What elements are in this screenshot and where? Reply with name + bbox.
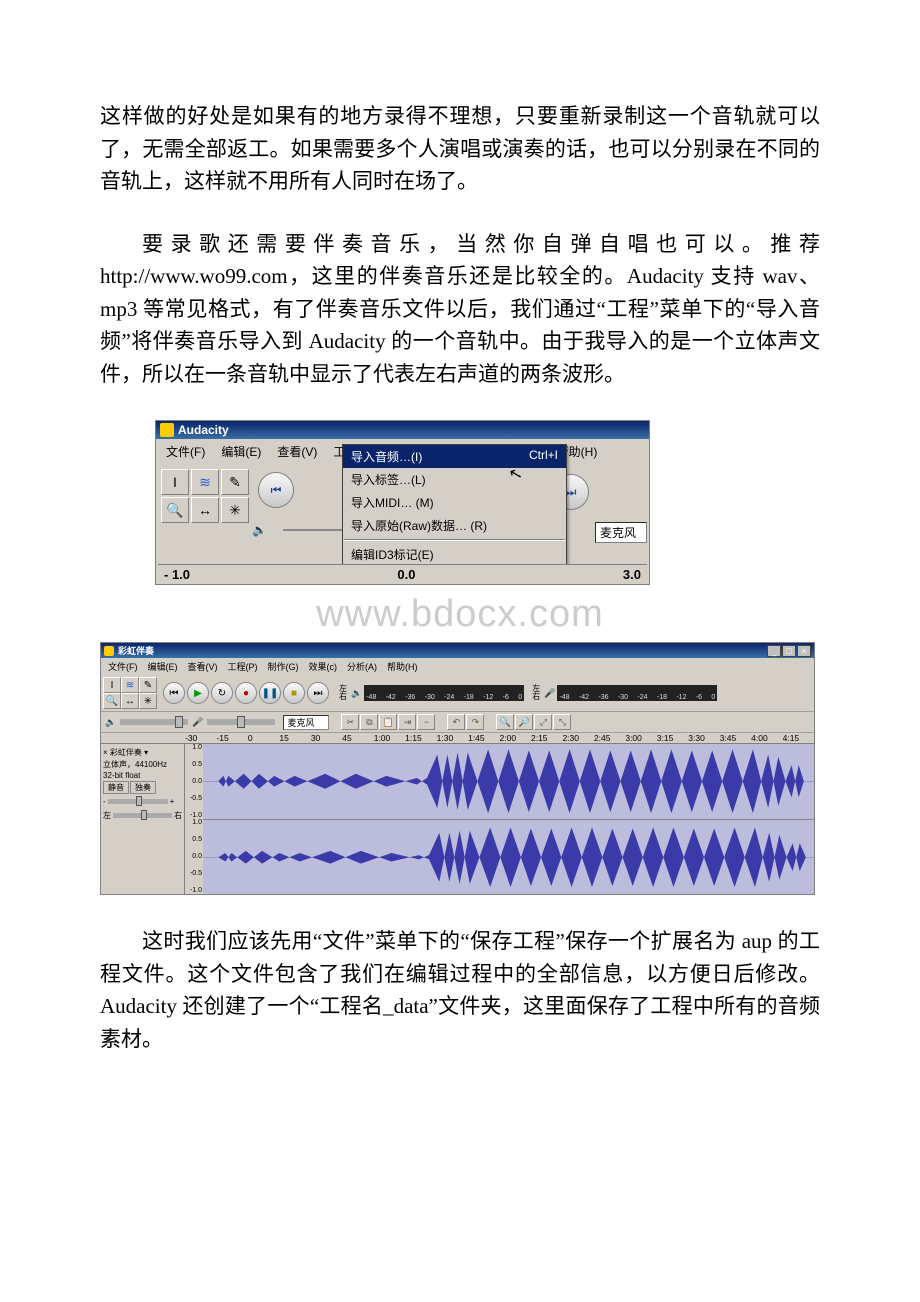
page-watermark: www.bdocx.com bbox=[100, 593, 820, 636]
titlebar: Audacity bbox=[156, 421, 649, 439]
pause-button[interactable]: ❚❚ bbox=[259, 682, 281, 704]
zoom-sel-button[interactable]: ⤡ bbox=[553, 714, 571, 730]
solo-button[interactable]: 独奏 bbox=[130, 781, 156, 794]
speaker-icon: 🔈 bbox=[351, 688, 362, 699]
menu-item-import-audio[interactable]: 导入音频…(I) Ctrl+I bbox=[343, 445, 566, 468]
skip-start-button[interactable]: ⏮ bbox=[258, 472, 294, 508]
tool-envelope[interactable]: ≋ bbox=[121, 677, 139, 693]
speaker-icon: 🔈 bbox=[105, 717, 116, 728]
cut-button[interactable]: ✂ bbox=[341, 714, 359, 730]
menu-item-edit-id3[interactable]: 编辑ID3标记(E) bbox=[343, 543, 566, 566]
body-paragraph-1: 这样做的好处是如果有的地方录得不理想，只要重新录制这一个音轨就可以了，无需全部返… bbox=[100, 100, 820, 198]
audacity-screenshot-waveform: 彩虹伴奏 _ □ × 文件(F) 编辑(E) 查看(V) 工程(P) 制作(G)… bbox=[100, 642, 815, 895]
minimize-button[interactable]: _ bbox=[767, 645, 781, 657]
skip-end-button[interactable]: ⏭ bbox=[307, 682, 329, 704]
menu-help[interactable]: 帮助(H) bbox=[382, 659, 423, 674]
tool-zoom[interactable]: 🔍 bbox=[103, 693, 121, 709]
zoom-out-button[interactable]: 🔎 bbox=[515, 714, 533, 730]
history-toolbar: ↶ ↷ bbox=[447, 714, 484, 730]
track-area: × 彩虹伴奏 ▾ 立体声，44100Hz 32-bit float 静音 独奏 … bbox=[101, 744, 814, 894]
record-meter: 左右 🎤 -48-42-36-30-24-18-12-60 bbox=[532, 685, 717, 701]
menu-file[interactable]: 文件(F) bbox=[103, 659, 143, 674]
zoom-fit-button[interactable]: ⤢ bbox=[534, 714, 552, 730]
undo-button[interactable]: ↶ bbox=[447, 714, 465, 730]
menu-item-import-label[interactable]: 导入标签…(L) bbox=[343, 468, 566, 491]
silence-button[interactable]: − bbox=[417, 714, 435, 730]
track-format: 立体声，44100Hz bbox=[103, 759, 182, 770]
tool-envelope[interactable]: ≋ bbox=[191, 469, 219, 495]
menu-project[interactable]: 工程(P) bbox=[223, 659, 263, 674]
tool-select[interactable]: I bbox=[103, 677, 121, 693]
tool-draw[interactable]: ✎ bbox=[139, 677, 157, 693]
waveform-right-channel bbox=[203, 820, 814, 895]
app-icon bbox=[160, 423, 174, 437]
titlebar: 彩虹伴奏 _ □ × bbox=[101, 643, 814, 658]
waveform-display[interactable] bbox=[203, 744, 814, 894]
speaker-icon: 🔈 bbox=[252, 523, 267, 537]
body-paragraph-2: 要录歌还需要伴奏音乐，当然你自弹自唱也可以。推荐 http://www.wo99… bbox=[100, 228, 820, 391]
window-title: Audacity bbox=[178, 423, 229, 437]
menu-view[interactable]: 查看(V) bbox=[269, 441, 325, 462]
close-button[interactable]: × bbox=[797, 645, 811, 657]
menu-analyze[interactable]: 分析(A) bbox=[342, 659, 382, 674]
tool-timeshift[interactable]: ↔ bbox=[121, 693, 139, 709]
tool-timeshift[interactable]: ↔ bbox=[191, 497, 219, 523]
input-volume: 🎤 bbox=[192, 717, 275, 728]
menu-item-import-raw[interactable]: 导入原始(Raw)数据… (R) bbox=[343, 514, 566, 537]
tool-multi[interactable]: ✳ bbox=[139, 693, 157, 709]
mute-button[interactable]: 静音 bbox=[103, 781, 129, 794]
play-button[interactable]: ▶ bbox=[187, 682, 209, 704]
copy-button[interactable]: ⧉ bbox=[360, 714, 378, 730]
loop-button[interactable]: ↻ bbox=[211, 682, 233, 704]
playback-meter: 左右 🔈 -48-42-36-30-24-18-12-60 bbox=[339, 685, 524, 701]
track-name[interactable]: 彩虹伴奏 bbox=[110, 748, 142, 757]
stop-button[interactable]: ■ bbox=[283, 682, 305, 704]
track-bits: 32-bit float bbox=[103, 771, 182, 780]
menu-item-import-midi[interactable]: 导入MIDI… (M) bbox=[343, 491, 566, 514]
menu-effect[interactable]: 效果(c) bbox=[304, 659, 343, 674]
tool-draw[interactable]: ✎ bbox=[221, 469, 249, 495]
mic-icon: 🎤 bbox=[544, 688, 555, 699]
zoom-in-button[interactable]: 🔍 bbox=[496, 714, 514, 730]
skip-start-button[interactable]: ⏮ bbox=[163, 682, 185, 704]
output-volume: 🔈 bbox=[105, 717, 188, 728]
tool-multi[interactable]: ✳ bbox=[221, 497, 249, 523]
record-button[interactable]: ● bbox=[235, 682, 257, 704]
time-ruler: -30-1501530451:001:151:301:452:002:152:3… bbox=[101, 733, 814, 744]
track-gain-slider[interactable] bbox=[108, 799, 168, 804]
paste-button[interactable]: 📋 bbox=[379, 714, 397, 730]
time-ruler: - 1.0 0.0 3.0 bbox=[158, 564, 647, 584]
mic-icon: 🎤 bbox=[192, 717, 203, 728]
body-paragraph-3: 这时我们应该先用“文件”菜单下的“保存工程”保存一个扩展名为 aup 的工程文件… bbox=[100, 925, 820, 1055]
tool-palette: I ≋ ✎ 🔍 ↔ ✳ bbox=[103, 677, 157, 709]
menu-edit[interactable]: 编辑(E) bbox=[213, 441, 269, 462]
menu-file[interactable]: 文件(F) bbox=[158, 441, 213, 462]
menu-view[interactable]: 查看(V) bbox=[183, 659, 223, 674]
track-pan-slider[interactable] bbox=[113, 813, 172, 818]
window-title: 彩虹伴奏 bbox=[118, 644, 154, 657]
redo-button[interactable]: ↷ bbox=[466, 714, 484, 730]
input-volume-slider[interactable] bbox=[207, 719, 275, 725]
maximize-button[interactable]: □ bbox=[782, 645, 796, 657]
input-source-select[interactable]: 麦克风 bbox=[283, 715, 329, 730]
track-close-button[interactable]: × bbox=[103, 748, 108, 757]
app-icon bbox=[104, 646, 114, 656]
zoom-toolbar: 🔍 🔎 ⤢ ⤡ bbox=[496, 714, 571, 730]
menu-edit[interactable]: 编辑(E) bbox=[143, 659, 183, 674]
track-header: × 彩虹伴奏 ▾ 立体声，44100Hz 32-bit float 静音 独奏 … bbox=[101, 744, 185, 894]
trim-button[interactable]: ⇥ bbox=[398, 714, 416, 730]
menu-make[interactable]: 制作(G) bbox=[263, 659, 304, 674]
edit-toolbar: ✂ ⧉ 📋 ⇥ − bbox=[341, 714, 435, 730]
transport-controls: ⏮ ▶ ↻ ● ❚❚ ■ ⏭ bbox=[163, 682, 329, 704]
tool-zoom[interactable]: 🔍 bbox=[161, 497, 189, 523]
waveform-left-channel bbox=[203, 744, 814, 820]
input-source-select[interactable]: 麦克风 bbox=[595, 522, 647, 543]
tool-select[interactable]: I bbox=[161, 469, 189, 495]
output-volume-slider[interactable] bbox=[120, 719, 188, 725]
menubar: 文件(F) 编辑(E) 查看(V) 工程(P) 制作(G) 效果(c) 分析(A… bbox=[101, 658, 814, 675]
audacity-screenshot-menu: Audacity 文件(F) 编辑(E) 查看(V) 工程(P) 制作(G) 效… bbox=[155, 420, 650, 585]
project-menu-dropdown: 导入音频…(I) Ctrl+I 导入标签…(L) 导入MIDI… (M) 导入原… bbox=[342, 444, 567, 567]
